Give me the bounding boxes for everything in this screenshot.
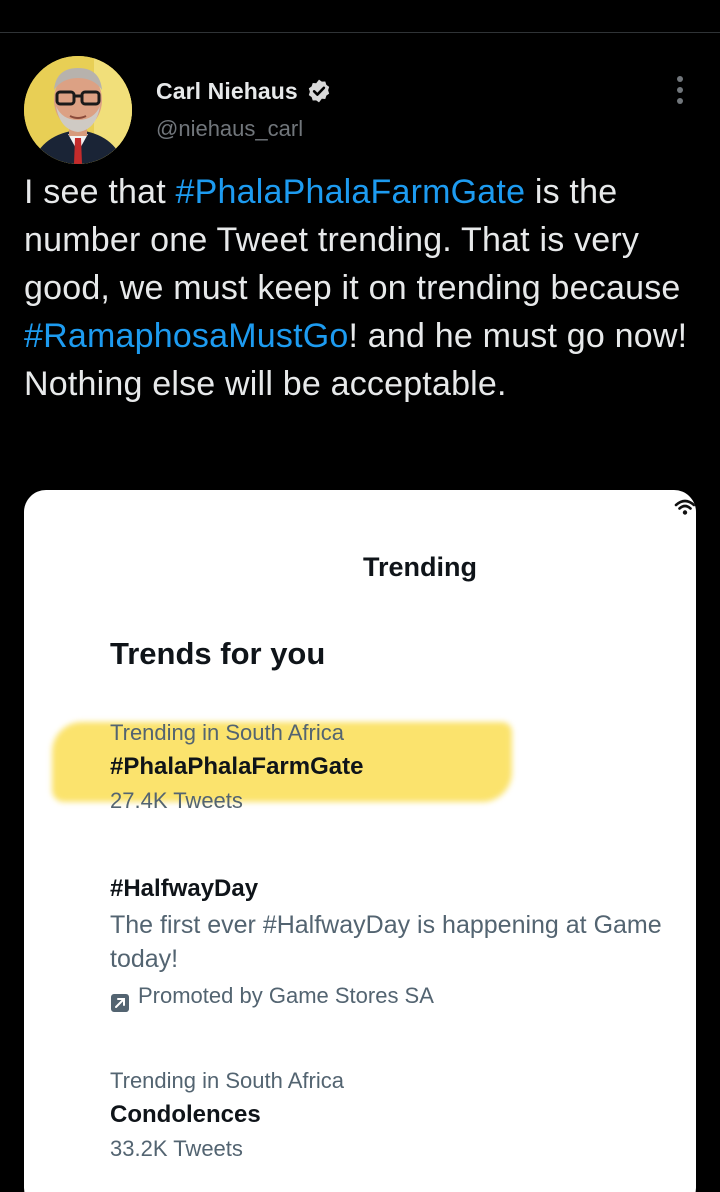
trend-name: #PhalaPhalaFarmGate xyxy=(110,753,364,780)
tweet-text-part: I see that xyxy=(24,173,176,211)
trend-name: Condolences xyxy=(110,1101,261,1128)
trend-name: #HalfwayDay xyxy=(110,875,259,902)
trend-tweet-count: 27.4K Tweets xyxy=(110,788,243,813)
dot xyxy=(677,98,683,104)
tweet-media-image[interactable]: Trending Trends for you Trending in Sout… xyxy=(24,490,696,1192)
author-name-row[interactable]: Carl Niehaus xyxy=(156,76,332,106)
dot xyxy=(677,76,683,82)
hashtag-link[interactable]: #PhalaPhalaFarmGate xyxy=(176,173,526,211)
hashtag-link[interactable]: #RamaphosaMustGo xyxy=(24,317,348,355)
dot xyxy=(677,87,683,93)
trend-context: Trending in South Africa xyxy=(110,1068,344,1093)
trending-page-title: Trending xyxy=(363,552,477,582)
top-divider xyxy=(0,32,720,33)
promoted-arrow-icon xyxy=(110,986,130,1012)
tweet-text: I see that #PhalaPhalaFarmGate is the nu… xyxy=(24,168,704,408)
verified-badge-icon xyxy=(306,78,332,104)
trend-tweet-count: 33.2K Tweets xyxy=(110,1136,243,1161)
author-handle[interactable]: @niehaus_carl xyxy=(156,116,303,142)
trend-description: The first ever #HalfwayDay is happening … xyxy=(110,911,662,973)
author-avatar[interactable] xyxy=(24,56,132,164)
trend-item-promoted[interactable]: #HalfwayDay The first ever #HalfwayDay i… xyxy=(110,870,690,1016)
trend-context: Trending in South Africa xyxy=(110,720,344,745)
trends-section-title: Trends for you xyxy=(110,636,326,671)
author-display-name[interactable]: Carl Niehaus xyxy=(156,78,298,105)
trend-item[interactable]: Trending in South Africa Condolences 33.… xyxy=(110,1066,690,1164)
more-options-icon[interactable] xyxy=(668,72,692,108)
promoted-by-text: Promoted by Game Stores SA xyxy=(138,983,434,1008)
wifi-icon xyxy=(674,496,696,518)
trend-item[interactable]: Trending in South Africa #PhalaPhalaFarm… xyxy=(110,718,690,816)
promoted-label-row: Promoted by Game Stores SA xyxy=(110,976,690,1016)
profile-photo xyxy=(24,56,132,164)
